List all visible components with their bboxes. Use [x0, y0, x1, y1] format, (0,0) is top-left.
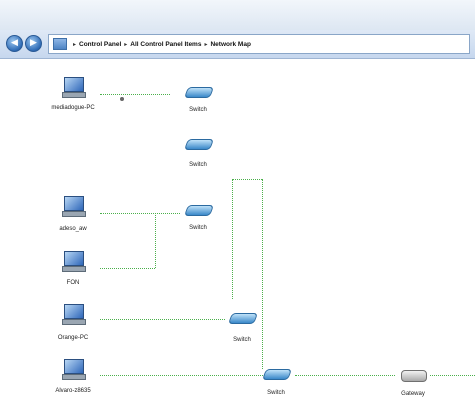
network-map-canvas: mediadogue-PC adeso_aw FON Orange-PC Alv…: [0, 59, 475, 398]
computer-icon[interactable]: [62, 251, 86, 272]
computer-icon[interactable]: [62, 77, 86, 98]
connection-line: [100, 319, 225, 320]
computer-icon[interactable]: [62, 196, 86, 217]
switch-icon[interactable]: [261, 369, 293, 380]
node-label: FON: [66, 280, 80, 286]
switch-icon[interactable]: [183, 205, 215, 216]
title-bar: [0, 0, 475, 31]
connection-line: [295, 375, 395, 376]
breadcrumb-control-panel[interactable]: Control Panel: [79, 41, 121, 48]
node-label: Switch: [189, 162, 207, 168]
connection-line: [232, 179, 233, 299]
forward-arrow-icon[interactable]: ▶: [25, 35, 42, 52]
node-label: Orange-PC: [57, 335, 89, 341]
node-label: Alvaro-z8635: [55, 388, 91, 394]
connection-dot: [120, 97, 124, 101]
node-label: mediadogue-PC: [51, 105, 95, 111]
node-label: Switch: [189, 225, 207, 231]
switch-icon[interactable]: [183, 139, 215, 150]
network-map-window: ◀ ▶ ▸ Control Panel ▸ All Control Panel …: [0, 0, 475, 398]
node-label: adeso_aw: [59, 226, 87, 232]
back-arrow-icon[interactable]: ◀: [6, 35, 23, 52]
breadcrumb-separator: ▸: [204, 41, 208, 48]
connection-line: [100, 268, 155, 269]
switch-icon[interactable]: [227, 313, 259, 324]
computer-icon[interactable]: [62, 304, 86, 325]
computer-icon[interactable]: [62, 359, 86, 380]
connection-line: [430, 375, 475, 376]
connection-line: [100, 213, 180, 214]
node-label: Gateway: [401, 391, 425, 397]
connection-line: [232, 179, 262, 180]
navigation-bar: ◀ ▶ ▸ Control Panel ▸ All Control Panel …: [0, 30, 475, 59]
connection-line: [155, 213, 156, 268]
connection-line: [100, 375, 265, 376]
node-label: Switch: [267, 390, 285, 396]
gateway-icon[interactable]: [401, 370, 427, 382]
address-field[interactable]: ▸ Control Panel ▸ All Control Panel Item…: [48, 34, 470, 54]
node-label: Switch: [189, 107, 207, 113]
switch-icon[interactable]: [183, 87, 215, 98]
connection-line: [262, 179, 263, 369]
breadcrumb-separator: ▸: [124, 41, 128, 48]
control-panel-icon: [53, 38, 67, 50]
breadcrumb-all-items[interactable]: All Control Panel Items: [130, 41, 201, 48]
breadcrumb-separator: ▸: [73, 41, 77, 48]
breadcrumb-network-map[interactable]: Network Map: [210, 41, 250, 48]
connection-line: [100, 94, 170, 95]
node-label: Switch: [233, 337, 251, 343]
